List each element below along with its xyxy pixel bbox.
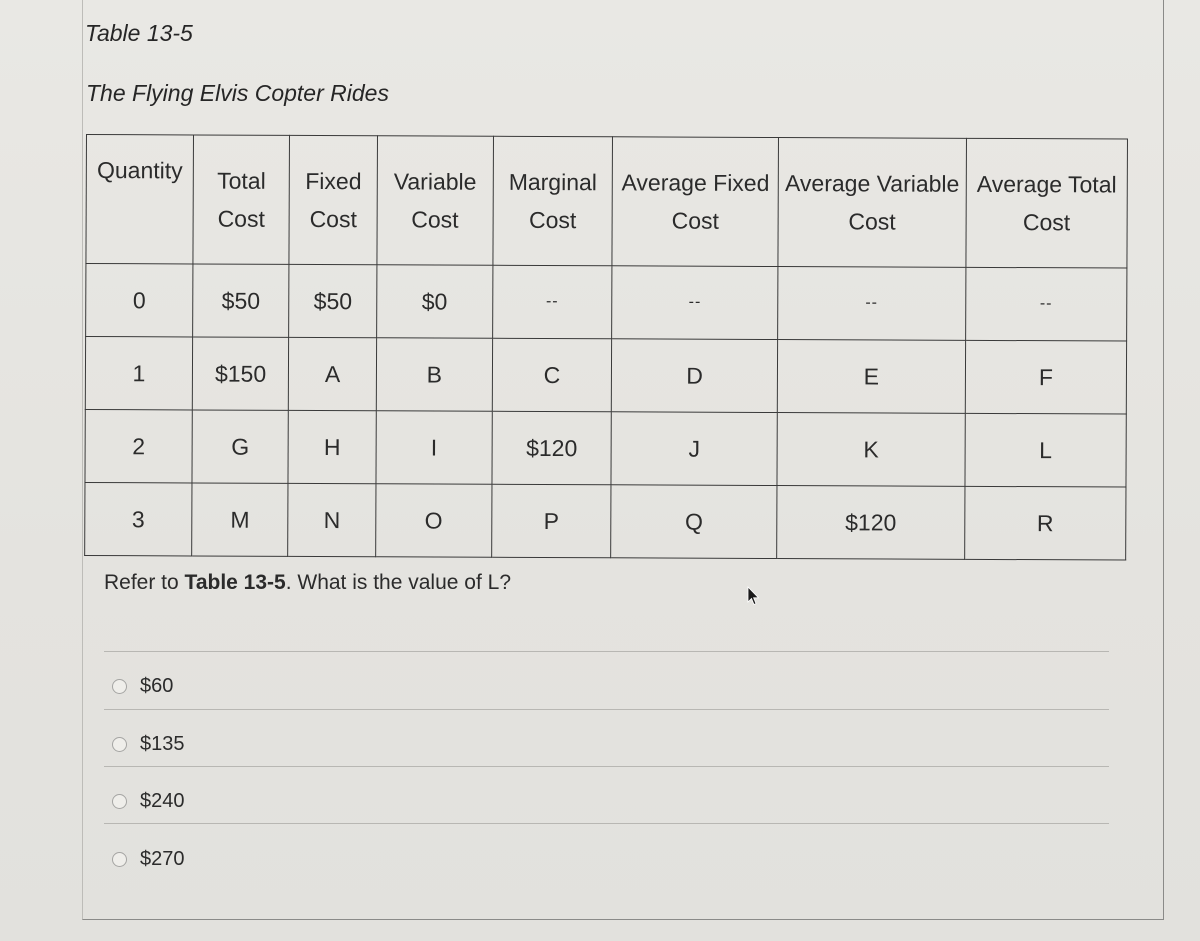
cell-marginal-cost: $120 [491,411,612,485]
cell-total-cost: M [191,482,289,557]
cost-table: Quantity Total Cost Fixed Cost Variable Cos… [84,134,1128,561]
header-variable-cost: Variable Cost [376,135,494,266]
cell-variable-cost: I [375,410,492,485]
header-line: Total [217,167,266,194]
cell-average-variable-cost: E [777,339,966,414]
option-divider [104,709,1109,710]
table-header-row: Quantity Total Cost Fixed Cost Variable Cos… [85,134,1128,269]
cell-marginal-cost: -- [492,265,613,339]
option-label: $240 [140,790,185,812]
option-divider [104,766,1109,767]
header-average-fixed-cost: Average Fixed Cost [612,136,779,267]
header-average-total-cost: Average Total Cost [965,138,1128,269]
table-row: 2 G H I $120 J K L [84,409,1127,488]
cell-average-total-cost: -- [965,267,1127,342]
option-label: $270 [140,848,185,870]
table-row: 0 $50 $50 $0 -- -- -- -- [85,263,1127,342]
option-label: $135 [140,733,185,755]
cell-fixed-cost: A [288,337,377,411]
cell-fixed-cost: H [288,410,377,484]
question-table-reference: Table 13-5 [184,571,286,594]
header-marginal-cost: Marginal Cost [492,136,613,266]
cell-variable-cost: $0 [376,264,493,339]
cell-average-fixed-cost: Q [611,484,777,559]
question-suffix: . What is the value of L? [285,571,511,594]
header-quantity: Quantity [85,134,194,264]
radio-button[interactable] [112,852,127,867]
cell-quantity: 0 [85,263,193,337]
header-line: Cost [1022,209,1071,236]
header-line: Cost [671,207,720,234]
answer-option[interactable]: $240 [112,790,185,813]
header-line: Cost [848,208,896,235]
cell-marginal-cost: C [491,338,613,412]
cell-total-cost: G [192,409,289,484]
cell-variable-cost: B [376,337,493,412]
header-line: Average Variable [784,170,960,197]
table-label: Table 13-5 [85,20,193,46]
header-line: Quantity [96,157,183,184]
radio-button[interactable] [112,794,127,809]
table-title: The Flying Elvis Copter Rides [86,80,389,106]
cell-average-fixed-cost: D [611,338,778,413]
question-prefix: Refer to [104,571,185,594]
cell-total-cost: $150 [192,336,289,411]
cell-fixed-cost: N [287,483,376,557]
cell-variable-cost: O [375,483,492,558]
option-divider [104,651,1109,652]
option-label: $60 [140,675,174,697]
cell-average-total-cost: R [964,486,1126,561]
header-fixed-cost: Fixed Cost [289,135,378,265]
cell-quantity: 3 [84,482,193,556]
option-divider [104,823,1109,824]
header-line: Variable [393,168,477,195]
header-average-variable-cost: Average Variable Cost [777,137,967,268]
cell-average-fixed-cost: -- [612,265,778,340]
answer-option[interactable]: $60 [112,675,173,698]
cell-average-fixed-cost: J [611,411,778,486]
question-text: Refer to Table 13-5. What is the value o… [104,571,511,595]
cell-average-total-cost: L [964,413,1127,488]
cell-average-variable-cost: $120 [776,485,965,560]
cell-fixed-cost: $50 [288,264,377,338]
header-line: Fixed [305,167,362,195]
answer-option[interactable]: $270 [112,848,185,871]
answer-option[interactable]: $135 [112,733,185,756]
header-line: Cost [411,206,459,233]
cell-quantity: 1 [85,336,193,410]
table-row: 3 M N O P Q $120 R [84,482,1126,561]
table-row: 1 $150 A B C D E F [85,336,1127,415]
radio-button[interactable] [112,679,127,694]
cell-average-variable-cost: K [776,412,966,487]
radio-button[interactable] [112,737,127,752]
header-line: Cost [528,206,577,234]
header-line: Marginal [508,168,598,196]
cell-total-cost: $50 [192,263,290,338]
mouse-cursor-icon [747,586,760,606]
cell-quantity: 2 [84,409,193,483]
header-line: Cost [309,205,357,233]
header-line: Cost [217,205,265,232]
cell-marginal-cost: P [491,484,612,558]
cell-average-total-cost: F [965,340,1127,415]
header-total-cost: Total Cost [192,134,290,265]
cell-average-variable-cost: -- [777,266,966,341]
header-line: Average Total [976,170,1117,198]
header-line: Average Fixed [621,169,770,196]
